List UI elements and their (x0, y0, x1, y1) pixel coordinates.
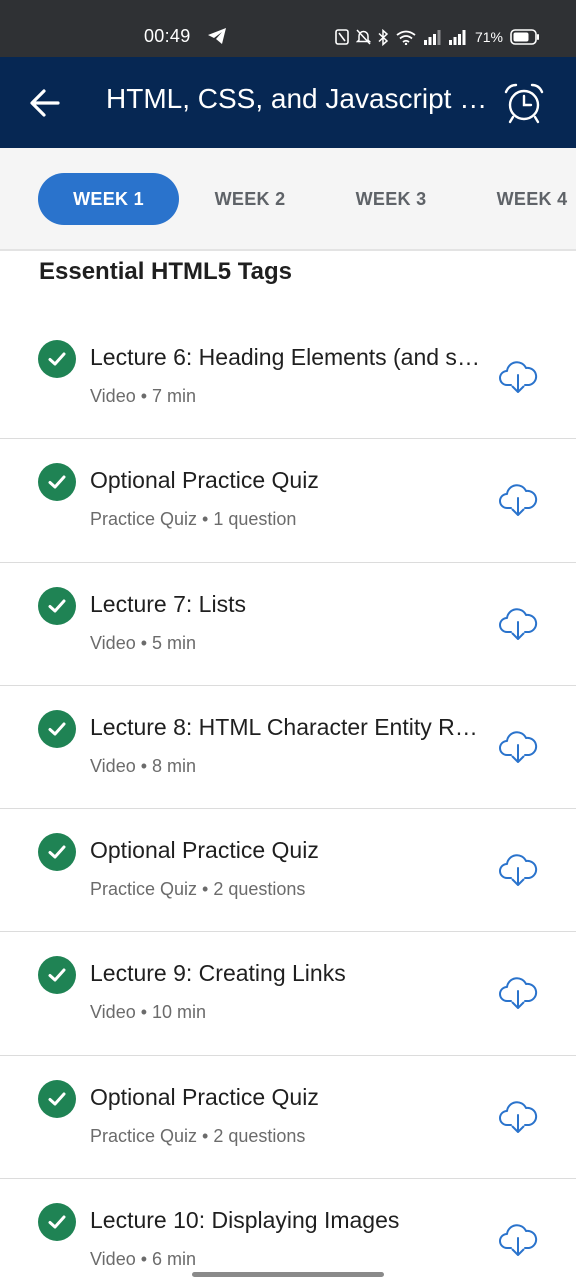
item-title: Lecture 7: Lists (90, 590, 246, 617)
check-circle-icon (38, 709, 76, 748)
cloud-download-icon[interactable] (498, 1096, 538, 1136)
item-title: Optional Practice Quiz (90, 837, 319, 864)
cloud-download-icon[interactable] (498, 356, 538, 396)
tab-week-3[interactable]: WEEK 3 (331, 173, 451, 225)
signal-icon (423, 29, 441, 45)
tab-week-2[interactable]: WEEK 2 (190, 173, 310, 225)
back-arrow-icon[interactable] (28, 87, 62, 119)
cloud-download-icon[interactable] (498, 479, 538, 519)
cloud-download-icon[interactable] (498, 603, 538, 643)
item-title: Optional Practice Quiz (90, 1083, 319, 1110)
status-bar: 00:49 71% (0, 0, 576, 57)
alarm-clock-icon[interactable] (502, 82, 546, 124)
item-title: Optional Practice Quiz (90, 467, 319, 494)
item-meta: Video • 7 min (90, 386, 197, 406)
battery-icon (510, 29, 539, 45)
check-circle-icon (38, 1203, 76, 1242)
list-item[interactable]: Lecture 10: Displaying Images Video • 6 … (0, 1179, 576, 1280)
item-title: Lecture 9: Creating Links (90, 960, 346, 987)
item-meta: Practice Quiz • 2 questions (90, 1125, 306, 1146)
check-circle-icon (38, 586, 76, 625)
list-item[interactable]: Lecture 7: Lists Video • 5 min (0, 563, 576, 686)
check-circle-icon (38, 340, 76, 378)
check-circle-icon (38, 956, 76, 995)
lesson-list: Lecture 6: Heading Elements (and some Co… (0, 316, 576, 1280)
list-item[interactable]: Lecture 8: HTML Character Entity Referen… (0, 686, 576, 810)
week-tabs: WEEK 1 WEEK 2 WEEK 3 WEEK 4 (0, 148, 576, 251)
item-meta: Video • 10 min (90, 1002, 207, 1023)
item-title: Lecture 6: Heading Elements (and some Co… (90, 344, 480, 370)
item-title: Lecture 10: Displaying Images (90, 1207, 400, 1234)
check-circle-icon (38, 1079, 76, 1118)
item-meta: Video • 5 min (90, 632, 197, 653)
cloud-download-icon[interactable] (498, 726, 538, 766)
item-meta: Practice Quiz • 2 questions (90, 879, 306, 900)
check-circle-icon (38, 463, 76, 502)
status-icons: 71% (335, 26, 540, 48)
list-item[interactable]: Optional Practice Quiz Practice Quiz • 2… (0, 1056, 576, 1180)
tab-week-4[interactable]: WEEK 4 (472, 173, 576, 225)
list-item[interactable]: Optional Practice Quiz Practice Quiz • 1… (0, 439, 576, 563)
section-title: Essential HTML5 Tags (39, 258, 292, 285)
item-meta: Practice Quiz • 1 question (90, 509, 297, 530)
item-meta: Video • 6 min (90, 1249, 197, 1270)
cloud-download-icon[interactable] (498, 849, 538, 889)
item-title: Lecture 8: HTML Character Entity Referen… (90, 713, 480, 740)
list-item[interactable]: Lecture 9: Creating Links Video • 10 min (0, 932, 576, 1056)
check-circle-icon (38, 833, 76, 872)
wifi-icon (396, 30, 416, 45)
cloud-download-icon[interactable] (498, 1219, 538, 1259)
app-bar: HTML, CSS, and Javascript for Web Develo… (0, 57, 576, 148)
tab-week-1[interactable]: WEEK 1 (38, 173, 179, 225)
mute-icon (355, 29, 371, 45)
home-indicator[interactable] (192, 1272, 384, 1277)
signal-icon (448, 29, 466, 45)
nfc-icon (335, 29, 349, 45)
list-item[interactable]: Optional Practice Quiz Practice Quiz • 2… (0, 809, 576, 933)
page-title: HTML, CSS, and Javascript for Web Develo… (106, 83, 490, 114)
cloud-download-icon[interactable] (498, 972, 538, 1012)
bluetooth-icon (378, 28, 389, 46)
telegram-icon (208, 28, 226, 44)
item-meta: Video • 8 min (90, 755, 197, 776)
status-time: 00:49 (144, 26, 191, 46)
battery-percent: 71% (474, 29, 503, 45)
list-item[interactable]: Lecture 6: Heading Elements (and some Co… (0, 316, 576, 440)
